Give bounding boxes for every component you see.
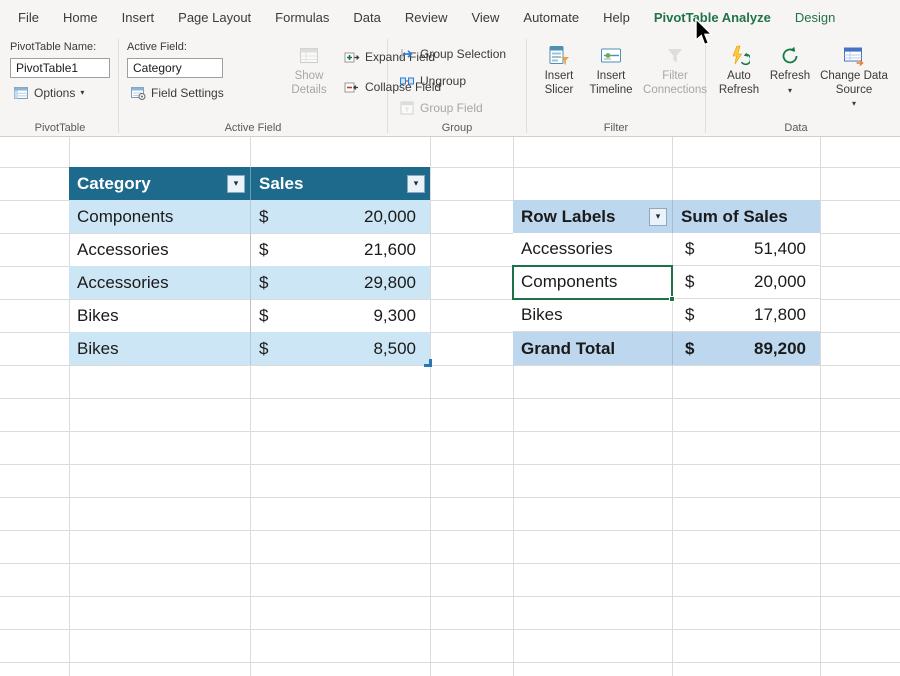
group-label-group: Group [441, 122, 473, 134]
group-label-pivottable: PivotTable [34, 122, 86, 134]
group-label-filter: Filter [603, 122, 629, 134]
cell-category[interactable]: Bikes [69, 332, 250, 365]
source-table-row[interactable]: Accessories $29,800 [69, 266, 430, 299]
pivottable-name-input[interactable] [10, 58, 110, 78]
field-settings-icon [131, 87, 146, 100]
category-filter-dropdown-icon[interactable]: ▾ [227, 174, 245, 193]
ribbon-group-group: Group Selection Ungroup Group Field Grou… [388, 36, 526, 136]
pivot-header-row-labels[interactable]: Row Labels ▾ [513, 200, 672, 233]
collapse-field-icon [344, 82, 358, 93]
chevron-down-icon: ▾ [851, 99, 856, 109]
source-table-row[interactable]: Bikes $9,300 [69, 299, 430, 332]
active-field-input[interactable] [127, 58, 223, 78]
tab-insert[interactable]: Insert [110, 0, 167, 36]
tab-home[interactable]: Home [51, 0, 110, 36]
filter-connections-icon [668, 49, 682, 63]
cell-category[interactable]: Components [69, 200, 250, 233]
pivot-table-row[interactable]: Accessories $51,400 [513, 233, 820, 266]
cell-category[interactable]: Bikes [69, 299, 250, 332]
group-selection-button[interactable]: Group Selection [396, 44, 509, 64]
pivot-table-row[interactable]: Components $20,000 [513, 266, 820, 299]
cell-row-label[interactable]: Bikes [513, 299, 672, 331]
gridline-vertical [820, 137, 821, 676]
tab-design[interactable]: Design [783, 0, 847, 36]
cell-sales[interactable]: $21,600 [250, 233, 430, 266]
group-label-active-field: Active Field [224, 122, 282, 134]
spreadsheet[interactable]: Category ▾ Sales ▾ Components $20,000 Ac… [0, 137, 900, 676]
ribbon-group-filter: Insert Slicer Insert Timeline Filter Con… [527, 36, 707, 136]
group-field-button[interactable]: Group Field [396, 98, 486, 118]
change-data-source-icon [844, 47, 864, 67]
cell-grand-total-label[interactable]: Grand Total [513, 332, 672, 365]
refresh-button[interactable]: Refresh ▾ [766, 41, 814, 95]
tab-automate[interactable]: Automate [511, 0, 591, 36]
row-labels-dropdown-icon[interactable]: ▾ [649, 207, 667, 226]
tab-view[interactable]: View [459, 0, 511, 36]
tab-review[interactable]: Review [393, 0, 460, 36]
group-field-icon [400, 101, 414, 115]
menu-bar: File Home Insert Page Layout Formulas Da… [0, 0, 900, 36]
tab-page-layout[interactable]: Page Layout [166, 0, 263, 36]
show-details-icon [300, 48, 318, 63]
table-resize-handle[interactable] [424, 359, 432, 367]
pivot-table: Row Labels ▾ Sum of Sales Accessories $5… [512, 200, 820, 365]
cell-value[interactable]: $51,400 [672, 233, 820, 265]
insert-slicer-icon [549, 46, 569, 65]
chevron-down-icon: ▾ [80, 88, 85, 97]
source-header-sales[interactable]: Sales ▾ [250, 167, 430, 200]
group-label-data: Data [784, 122, 808, 134]
filter-connections-button[interactable]: Filter Connections [639, 41, 711, 97]
ribbon: PivotTable Name: Options ▾ PivotTable Ac… [0, 36, 900, 137]
expand-field-icon [344, 52, 360, 63]
auto-refresh-icon [732, 45, 750, 66]
source-table-row[interactable]: Bikes $8,500 [69, 332, 430, 365]
pivot-table-header: Row Labels ▾ Sum of Sales [513, 200, 820, 233]
field-settings-button[interactable]: Field Settings [127, 83, 227, 103]
cell-row-label-active[interactable]: Components [513, 266, 672, 298]
ribbon-group-active-field: Active Field: Field Settings Show Detail… [119, 36, 441, 136]
group-selection-icon [401, 49, 413, 59]
cell-category[interactable]: Accessories [69, 233, 250, 266]
show-details-button[interactable]: Show Details [285, 41, 333, 97]
sales-filter-dropdown-icon[interactable]: ▾ [407, 174, 425, 193]
tab-data[interactable]: Data [341, 0, 392, 36]
pivot-table-grand-total-row[interactable]: Grand Total $89,200 [513, 332, 820, 365]
options-button[interactable]: Options ▾ [10, 83, 87, 103]
active-field-label: Active Field: [127, 41, 187, 53]
insert-slicer-button[interactable]: Insert Slicer [535, 41, 583, 97]
tab-help[interactable]: Help [591, 0, 642, 36]
source-table: Category ▾ Sales ▾ Components $20,000 Ac… [69, 167, 432, 367]
ungroup-icon [400, 77, 414, 85]
cell-row-label[interactable]: Accessories [513, 233, 672, 265]
source-table-row[interactable]: Accessories $21,600 [69, 233, 430, 266]
source-table-row[interactable]: Components $20,000 [69, 200, 430, 233]
tab-file[interactable]: File [6, 0, 51, 36]
change-data-source-button[interactable]: Change Data Source ▾ [816, 41, 892, 108]
cell-sales[interactable]: $29,800 [250, 266, 430, 299]
gridline-vertical [430, 137, 431, 676]
cell-sales[interactable]: $20,000 [250, 200, 430, 233]
cell-value[interactable]: $17,800 [672, 299, 820, 331]
source-header-category[interactable]: Category ▾ [69, 167, 250, 200]
pivottable-options-icon [14, 87, 28, 99]
source-table-header: Category ▾ Sales ▾ [69, 167, 430, 200]
pivottable-name-label: PivotTable Name: [10, 41, 97, 53]
insert-timeline-icon [601, 48, 621, 63]
mouse-cursor [695, 18, 714, 46]
insert-timeline-button[interactable]: Insert Timeline [585, 41, 637, 97]
cell-sales[interactable]: $8,500 [250, 332, 430, 365]
pivot-table-row[interactable]: Bikes $17,800 [513, 299, 820, 332]
cell-category[interactable]: Accessories [69, 266, 250, 299]
refresh-icon [782, 46, 798, 64]
cell-sales[interactable]: $9,300 [250, 299, 430, 332]
ungroup-button[interactable]: Ungroup [396, 71, 469, 91]
tab-formulas[interactable]: Formulas [263, 0, 341, 36]
cell-grand-total-value[interactable]: $89,200 [672, 332, 820, 365]
pivot-header-sum-of-sales[interactable]: Sum of Sales [672, 200, 820, 233]
cell-value[interactable]: $20,000 [672, 266, 820, 298]
auto-refresh-button[interactable]: Auto Refresh [714, 41, 764, 97]
ribbon-group-data: Auto Refresh Refresh ▾ Change Data Sourc… [706, 36, 888, 136]
chevron-down-icon: ▾ [787, 85, 792, 95]
ribbon-group-pivottable: PivotTable Name: Options ▾ PivotTable [2, 36, 118, 136]
